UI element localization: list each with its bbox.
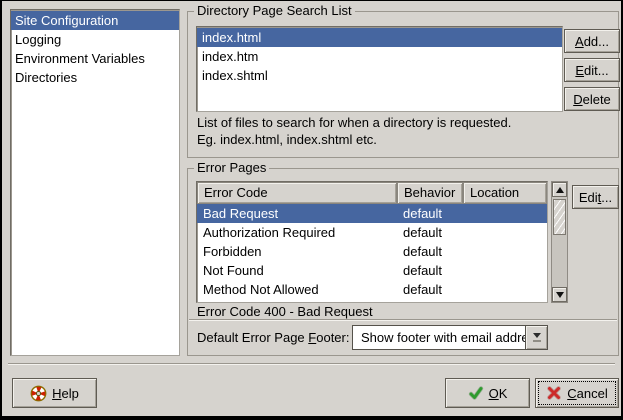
cell-location: [463, 261, 547, 280]
scroll-down-button[interactable]: [552, 287, 567, 302]
category-list: Site Configuration Logging Environment V…: [10, 9, 180, 356]
directory-page-search-frame: Directory Page Search List index.html in…: [187, 11, 619, 158]
table-row-method-not-allowed[interactable]: Method Not Allowed default: [197, 280, 547, 299]
button-mnemonic: H: [52, 386, 61, 401]
scrollbar-thumb[interactable]: [553, 199, 566, 235]
cell-error-code: Method Not Allowed: [197, 280, 397, 299]
cell-location: [463, 242, 547, 261]
column-header-behavior[interactable]: Behavior: [397, 182, 463, 204]
button-mnemonic: E: [575, 63, 584, 78]
button-mnemonic: D: [573, 92, 582, 107]
scroll-up-button[interactable]: [552, 182, 567, 197]
vertical-scrollbar[interactable]: [551, 181, 568, 303]
frame-title: Error Pages: [194, 160, 269, 176]
cell-location: [463, 223, 547, 242]
error-pages-table: Error Code Behavior Location Bad Request…: [196, 181, 548, 303]
column-header-error-code[interactable]: Error Code: [197, 182, 397, 204]
arrow-up-icon: [556, 187, 564, 193]
table-row-bad-request[interactable]: Bad Request default: [197, 204, 547, 223]
cell-behavior: default: [397, 223, 463, 242]
green-check-icon: [468, 385, 484, 401]
separator: [189, 319, 617, 321]
sidebar-item-logging[interactable]: Logging: [11, 30, 179, 49]
sidebar-item-directories[interactable]: Directories: [11, 68, 179, 87]
list-item-index-htm[interactable]: index.htm: [197, 47, 562, 66]
default-error-page-footer-label: Default Error Page Footer:: [197, 330, 349, 345]
dropdown-arrow-icon: [533, 340, 541, 342]
cell-error-code: Authorization Required: [197, 223, 397, 242]
help-button[interactable]: Help: [12, 378, 97, 408]
list-item-index-shtml[interactable]: index.shtml: [197, 66, 562, 85]
arrow-down-icon: [556, 292, 564, 298]
error-pages-frame: Error Pages Error Code Behavior Location…: [187, 168, 619, 356]
add-button[interactable]: Add...: [564, 29, 620, 53]
button-label-part: K: [499, 386, 508, 401]
dropdown-selected-value: Show footer with email address: [353, 326, 525, 349]
error-code-status-text: Error Code 400 - Bad Request: [197, 304, 373, 319]
sidebar-item-site-configuration[interactable]: Site Configuration: [11, 11, 179, 30]
cell-behavior: default: [397, 261, 463, 280]
label-part: ooter:: [316, 330, 349, 345]
list-item-index-html[interactable]: index.html: [197, 28, 562, 47]
label-part: Default Error Page: [197, 330, 308, 345]
default-error-footer-dropdown[interactable]: Show footer with email address: [352, 325, 548, 350]
separator: [8, 363, 615, 365]
button-label-part: ancel: [577, 386, 608, 401]
button-label-part: dd...: [584, 34, 609, 49]
button-label-part: elp: [62, 386, 79, 401]
button-mnemonic: C: [567, 386, 576, 401]
cancel-button[interactable]: Cancel: [535, 378, 619, 408]
red-x-icon: [546, 385, 562, 401]
table-row-forbidden[interactable]: Forbidden default: [197, 242, 547, 261]
directory-description-line2: Eg. index.html, index.shtml etc.: [197, 132, 377, 147]
life-preserver-icon: [30, 385, 47, 402]
table-row-not-found[interactable]: Not Found default: [197, 261, 547, 280]
button-mnemonic: O: [489, 386, 499, 401]
cell-error-code: Forbidden: [197, 242, 397, 261]
table-header-row: Error Code Behavior Location: [197, 182, 547, 204]
directory-file-list: index.html index.htm index.shtml: [196, 26, 563, 112]
cell-behavior: default: [397, 204, 463, 223]
button-label-part: dit...: [584, 63, 609, 78]
httpd-config-window: Site Configuration Logging Environment V…: [0, 0, 623, 420]
button-label-part: Edi: [579, 190, 598, 205]
button-label-part: ...: [601, 190, 612, 205]
cell-location: [463, 280, 547, 299]
cell-error-code: Bad Request: [197, 204, 397, 223]
edit-button[interactable]: Edit...: [564, 58, 620, 82]
sidebar-item-environment-variables[interactable]: Environment Variables: [11, 49, 179, 68]
directory-description-line1: List of files to search for when a direc…: [197, 115, 511, 130]
dropdown-arrow-icon: [533, 333, 541, 338]
cell-behavior: default: [397, 280, 463, 299]
button-label-part: elete: [583, 92, 611, 107]
table-row-authorization-required[interactable]: Authorization Required default: [197, 223, 547, 242]
cell-behavior: default: [397, 242, 463, 261]
ok-button[interactable]: OK: [445, 378, 530, 408]
cell-error-code: Not Found: [197, 261, 397, 280]
cell-location: [463, 204, 547, 223]
edit-error-page-button[interactable]: Edit...: [572, 185, 619, 209]
delete-button[interactable]: Delete: [564, 87, 620, 111]
dropdown-arrow-button[interactable]: [525, 326, 547, 349]
frame-title: Directory Page Search List: [194, 3, 355, 19]
column-header-location[interactable]: Location: [463, 182, 547, 204]
button-mnemonic: A: [575, 34, 584, 49]
